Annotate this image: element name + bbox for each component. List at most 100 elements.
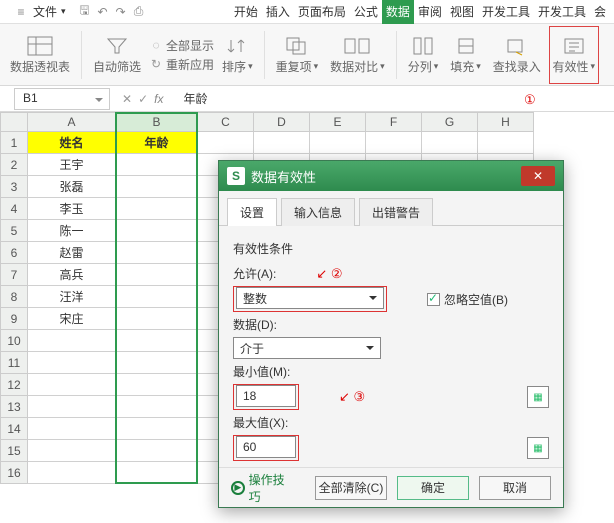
cell[interactable] — [28, 418, 116, 440]
formula-input[interactable]: 年龄 — [177, 88, 614, 109]
cell[interactable] — [116, 352, 198, 374]
range-picker-icon[interactable]: ▦ — [527, 386, 549, 408]
main-tab-视图[interactable]: 视图 — [446, 0, 478, 24]
cancel-button[interactable]: 取消 — [479, 476, 551, 500]
column-header[interactable]: B — [116, 112, 198, 132]
cell[interactable] — [28, 462, 116, 484]
row-header[interactable]: 16 — [0, 462, 28, 484]
cell[interactable] — [116, 286, 198, 308]
cell[interactable] — [366, 132, 422, 154]
dialog-tab-输入信息[interactable]: 输入信息 — [281, 198, 355, 226]
row-header[interactable]: 7 — [0, 264, 28, 286]
min-input[interactable]: 18 — [236, 385, 296, 407]
row-header[interactable]: 13 — [0, 396, 28, 418]
cell[interactable] — [116, 396, 198, 418]
cell[interactable]: 汪洋 — [28, 286, 116, 308]
ribbon-show-all[interactable]: ◌全部显示 — [149, 37, 214, 54]
clear-all-button[interactable]: 全部清除(C) — [315, 476, 387, 500]
cell[interactable]: 高兵 — [28, 264, 116, 286]
quick-print-icon[interactable]: ⎙ — [131, 4, 147, 20]
cell[interactable] — [422, 132, 478, 154]
ribbon-find-record[interactable]: 查找录入 — [489, 26, 545, 84]
cell[interactable] — [478, 132, 534, 154]
ribbon-text2col[interactable]: 分列▾ — [404, 26, 443, 84]
column-header[interactable]: H — [478, 112, 534, 132]
ok-button[interactable]: 确定 — [397, 476, 469, 500]
cell[interactable] — [116, 154, 198, 176]
main-tab-公式[interactable]: 公式 — [350, 0, 382, 24]
dialog-tab-出错警告[interactable]: 出错警告 — [359, 198, 433, 226]
cell[interactable]: 姓名 — [28, 132, 116, 154]
row-header[interactable]: 11 — [0, 352, 28, 374]
cell[interactable] — [310, 132, 366, 154]
ribbon-validation[interactable]: 有效性▾ — [549, 26, 599, 84]
allow-combo[interactable]: 整数 — [236, 287, 384, 309]
row-header[interactable]: 4 — [0, 198, 28, 220]
dialog-titlebar[interactable]: S 数据有效性 ✕ — [219, 161, 563, 191]
row-header[interactable]: 14 — [0, 418, 28, 440]
row-header[interactable]: 5 — [0, 220, 28, 242]
row-header[interactable]: 6 — [0, 242, 28, 264]
ribbon-autofilter[interactable]: 自动筛选 — [89, 32, 145, 77]
row-header[interactable]: 15 — [0, 440, 28, 462]
ribbon-sort[interactable]: 排序▾ — [218, 26, 257, 84]
column-header[interactable]: A — [28, 112, 116, 132]
cell[interactable] — [116, 462, 198, 484]
ribbon-reapply[interactable]: ↻重新应用 — [149, 56, 214, 73]
row-header[interactable]: 3 — [0, 176, 28, 198]
column-header[interactable]: G — [422, 112, 478, 132]
data-combo[interactable]: 介于 — [233, 337, 381, 359]
main-tab-开发工具[interactable]: 开发工具 — [478, 0, 534, 24]
main-tab-开发工具[interactable]: 开发工具 — [534, 0, 590, 24]
cell[interactable] — [116, 308, 198, 330]
cell[interactable]: 陈一 — [28, 220, 116, 242]
main-tab-数据[interactable]: 数据 — [382, 0, 414, 24]
cell[interactable] — [28, 330, 116, 352]
cell[interactable]: 王宇 — [28, 154, 116, 176]
main-tab-会[interactable]: 会 — [590, 0, 610, 24]
select-all-corner[interactable] — [0, 112, 28, 132]
ribbon-fill[interactable]: 填充▾ — [446, 26, 485, 84]
cell[interactable] — [28, 396, 116, 418]
cell[interactable] — [116, 220, 198, 242]
cell[interactable] — [116, 418, 198, 440]
file-menu[interactable]: ≡ 文件 ▾ — [4, 0, 75, 23]
cell[interactable] — [28, 440, 116, 462]
cell[interactable] — [116, 374, 198, 396]
quick-save-icon[interactable]: 🖫 — [77, 4, 93, 20]
cell[interactable]: 赵雷 — [28, 242, 116, 264]
cell[interactable]: 宋庄 — [28, 308, 116, 330]
ribbon-duplicates[interactable]: 重复项▾ — [272, 26, 323, 84]
cell[interactable] — [116, 198, 198, 220]
cell[interactable] — [116, 440, 198, 462]
cancel-formula-icon[interactable]: ✕ — [122, 92, 132, 106]
column-header[interactable]: F — [366, 112, 422, 132]
cell[interactable] — [116, 330, 198, 352]
accept-formula-icon[interactable]: ✓ — [138, 92, 148, 106]
cell[interactable] — [198, 132, 254, 154]
quick-redo-icon[interactable]: ↷ — [113, 4, 129, 20]
column-header[interactable]: E — [310, 112, 366, 132]
main-tab-页面布局[interactable]: 页面布局 — [294, 0, 350, 24]
tips-link[interactable]: ▶操作技巧 — [231, 471, 295, 505]
cell[interactable]: 张磊 — [28, 176, 116, 198]
range-picker-icon[interactable]: ▦ — [527, 437, 549, 459]
dialog-tab-设置[interactable]: 设置 — [227, 198, 277, 226]
ribbon-pivot[interactable]: 数据透视表 — [6, 26, 74, 84]
cell[interactable]: 李玉 — [28, 198, 116, 220]
main-tab-插入[interactable]: 插入 — [262, 0, 294, 24]
row-header[interactable]: 10 — [0, 330, 28, 352]
row-header[interactable]: 1 — [0, 132, 28, 154]
main-tab-审阅[interactable]: 审阅 — [414, 0, 446, 24]
row-header[interactable]: 9 — [0, 308, 28, 330]
row-header[interactable]: 8 — [0, 286, 28, 308]
cell[interactable] — [28, 374, 116, 396]
cell[interactable] — [254, 132, 310, 154]
cell[interactable]: 年龄 — [116, 132, 198, 154]
main-tab-开始[interactable]: 开始 — [230, 0, 262, 24]
fx-icon[interactable]: fx — [154, 92, 163, 106]
cell[interactable] — [28, 352, 116, 374]
ribbon-compare[interactable]: 数据对比▾ — [326, 26, 389, 84]
max-input[interactable]: 60 — [236, 436, 296, 458]
row-header[interactable]: 2 — [0, 154, 28, 176]
